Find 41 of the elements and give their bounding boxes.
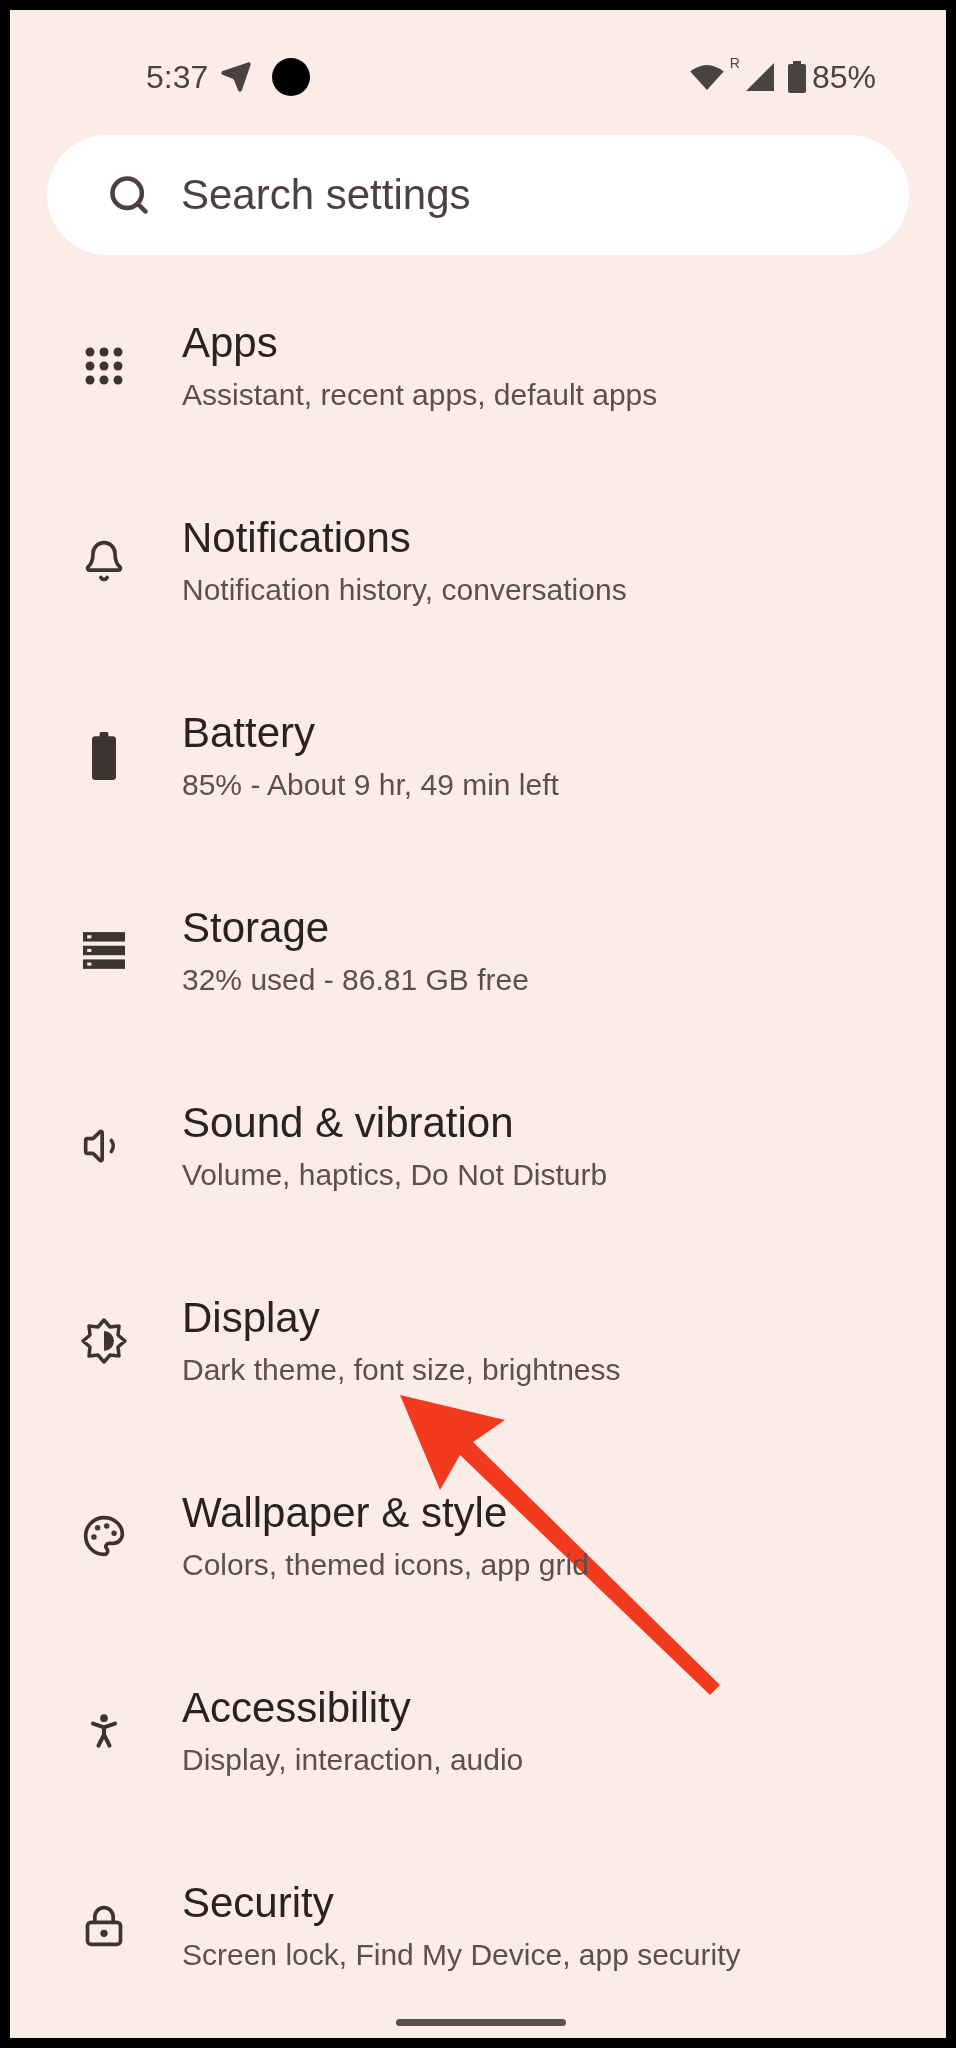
gesture-bar[interactable] (396, 2019, 566, 2026)
roaming-label: R (729, 54, 740, 73)
battery-icon (787, 61, 806, 93)
battery-percent: 85% (811, 58, 876, 97)
signal-icon (745, 63, 774, 91)
brightness-icon (80, 1316, 128, 1365)
camera-dot (272, 58, 311, 96)
item-title: Display (182, 1292, 321, 1343)
storage-icon (83, 931, 125, 970)
item-title: Storage (182, 902, 331, 953)
item-title: Sound & vibration (182, 1097, 515, 1148)
settings-item[interactable]: Apps Assistant, recent apps, default apps (10, 268, 946, 463)
item-subtitle: Dark theme, font size, brightness (182, 1351, 621, 1388)
item-subtitle: Screen lock, Find My Device, app security (182, 1936, 741, 1973)
item-title: Security (182, 1877, 335, 1928)
item-subtitle: Display, interaction, audio (182, 1741, 524, 1778)
clock-time: 5:37 (146, 58, 209, 97)
settings-item[interactable]: Storage 32% used - 86.81 GB free (10, 853, 946, 1048)
item-subtitle: Volume, haptics, Do Not Disturb (182, 1156, 608, 1193)
wifi-icon (689, 64, 724, 90)
item-subtitle: Notification history, conversations (182, 571, 627, 608)
search-icon (107, 173, 151, 217)
item-title: Accessibility (182, 1682, 412, 1733)
settings-item[interactable]: Sound & vibration Volume, haptics, Do Not Disturb (10, 1048, 946, 1243)
palette-icon (82, 1513, 126, 1558)
grid-icon (84, 345, 124, 386)
settings-item[interactable]: Battery 85% - About 9 hr, 49 min left (10, 658, 946, 853)
item-subtitle: 85% - About 9 hr, 49 min left (182, 766, 559, 803)
settings-item[interactable]: Notifications Notification history, conversations (10, 463, 946, 658)
item-title: Wallpaper & style (182, 1487, 509, 1538)
item-subtitle: Assistant, recent apps, default apps (182, 376, 658, 413)
settings-item[interactable]: Display Dark theme, font size, brightness (10, 1243, 946, 1438)
item-subtitle: 32% used - 86.81 GB free (182, 961, 529, 998)
search-field[interactable]: Search settings (47, 135, 909, 255)
item-title: Apps (182, 317, 279, 368)
settings-item[interactable]: Security Screen lock, Find My Device, app security (10, 1828, 946, 2023)
battery-icon (90, 731, 118, 780)
item-title: Notifications (182, 512, 412, 563)
send-icon (220, 61, 253, 93)
settings-item[interactable]: Accessibility Display, interaction, audio (10, 1633, 946, 1828)
item-title: Battery (182, 707, 317, 758)
